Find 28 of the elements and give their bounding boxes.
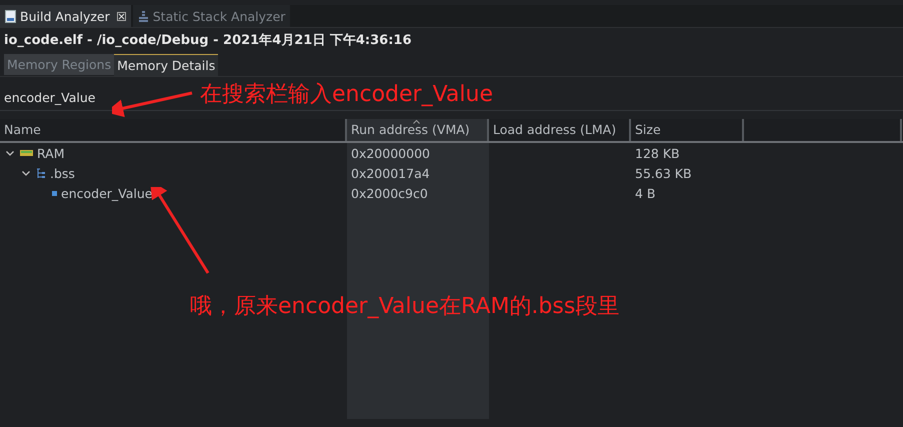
search-field[interactable]: encoder_Value [0, 87, 112, 107]
document-icon [5, 10, 16, 22]
column-header[interactable]: Run address (VMA) [347, 119, 489, 141]
chevron-down-icon[interactable] [6, 150, 14, 156]
column-header[interactable]: Load address (LMA) [489, 119, 631, 141]
tree-icon [36, 168, 46, 178]
annotation-text: 哦，原来encoder_Value在RAM的.bss段里 [190, 293, 620, 321]
view-tab[interactable]: Build Analyzer [0, 5, 131, 27]
sort-icon [413, 120, 420, 124]
close-icon[interactable] [116, 12, 126, 20]
view-tab[interactable]: Static Stack Analyzer [132, 5, 290, 27]
table-cell-text: 0x200017a4 [350, 166, 431, 180]
annotation-text: 在搜索栏输入encoder_Value [200, 81, 493, 109]
square-icon [52, 190, 57, 196]
column-header[interactable]: Size [631, 119, 744, 141]
row-name[interactable]: RAM [37, 146, 65, 160]
stack-icon [138, 10, 149, 22]
table-cell-text: 4 B [634, 186, 657, 200]
table-cell-text: 0x2000c9c0 [350, 186, 429, 200]
table-cell-text: 128 KB [634, 146, 681, 160]
detail-tab[interactable]: Memory Details [114, 54, 218, 76]
table-cell-text: 55.63 KB [634, 166, 693, 180]
row-name[interactable]: encoder_Value [61, 186, 152, 200]
memory-chip-icon [20, 149, 33, 157]
chevron-down-icon[interactable] [22, 170, 30, 176]
file-title: io_code.elf - /io_code/Debug - 2021年4月21日 下午4:36:16 [3, 32, 412, 50]
table-cell-text: 0x20000000 [350, 146, 431, 160]
row-name[interactable]: .bss [50, 166, 75, 180]
